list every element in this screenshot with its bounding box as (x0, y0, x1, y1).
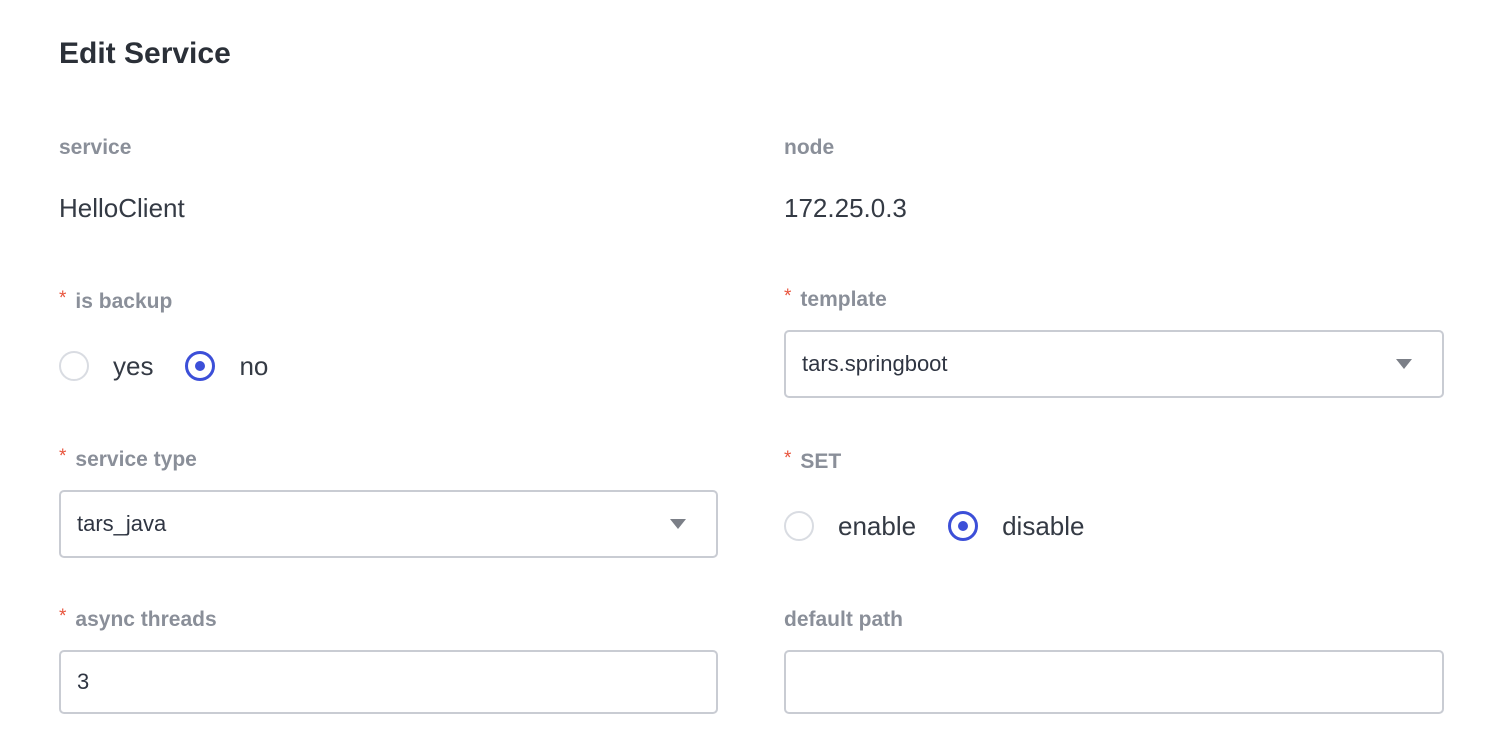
service-label-text: service (59, 136, 132, 159)
required-marker: * (59, 606, 67, 627)
is-backup-label-text: is backup (75, 290, 173, 313)
async-threads-label: * async threads (59, 606, 217, 634)
radio-unchecked-icon[interactable] (59, 351, 89, 381)
async-threads-input[interactable] (61, 652, 716, 712)
template-select[interactable]: tars.springboot (784, 330, 1444, 398)
service-value: HelloClient (59, 193, 185, 223)
node-value: 172.25.0.3 (784, 193, 907, 223)
radio-checked-icon[interactable] (948, 511, 979, 541)
is-backup-radio-group: yes no (59, 346, 300, 386)
is-backup-option-no-label: no (239, 351, 269, 381)
radio-unchecked-icon[interactable] (784, 511, 814, 541)
node-label-text: node (784, 136, 835, 159)
template-label: * template (784, 286, 887, 314)
default-path-field (784, 650, 1444, 714)
service-type-select[interactable]: tars_java (59, 490, 718, 558)
is-backup-label: * is backup (59, 288, 173, 316)
required-marker: * (784, 448, 792, 469)
default-path-label-text: default path (784, 608, 903, 631)
set-radio-group: enable disable (784, 506, 1116, 546)
set-option-enable-label: enable (838, 511, 917, 541)
is-backup-option-yes[interactable]: yes (59, 349, 153, 383)
async-threads-field (59, 650, 718, 714)
node-label: node (784, 135, 834, 161)
set-option-disable[interactable]: disable (948, 509, 1084, 543)
service-type-label: * service type (59, 446, 197, 474)
service-type-select-value: tars_java (77, 511, 167, 536)
caret-down-icon (1396, 359, 1412, 369)
page-title: Edit Service (59, 37, 231, 70)
required-marker: * (59, 446, 67, 467)
template-select-value: tars.springboot (802, 351, 948, 376)
set-label: * SET (784, 448, 842, 476)
set-option-enable[interactable]: enable (784, 509, 916, 543)
required-marker: * (784, 286, 792, 307)
template-label-text: template (800, 288, 887, 311)
service-label: service (59, 135, 131, 161)
default-path-label: default path (784, 607, 903, 633)
required-marker: * (59, 288, 67, 309)
is-backup-option-no[interactable]: no (185, 349, 268, 383)
set-label-text: SET (800, 450, 842, 473)
radio-checked-icon[interactable] (185, 351, 216, 381)
caret-down-icon (670, 519, 686, 529)
set-option-disable-label: disable (1002, 511, 1085, 541)
service-type-label-text: service type (75, 448, 197, 471)
async-threads-label-text: async threads (75, 608, 217, 631)
default-path-input[interactable] (786, 652, 1442, 712)
is-backup-option-yes-label: yes (113, 351, 154, 381)
